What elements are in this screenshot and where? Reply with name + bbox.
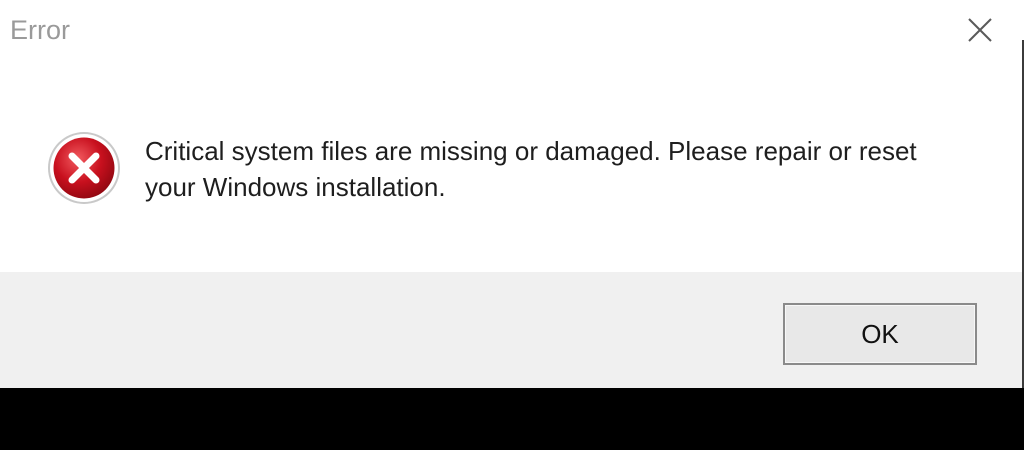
dialog-title: Error — [10, 15, 70, 45]
close-icon — [968, 18, 992, 42]
error-dialog: Error Critical system files are missing … — [0, 0, 1024, 388]
dialog-content: Critical system files are missing or dam… — [0, 62, 1024, 272]
dialog-footer: OK — [0, 272, 1024, 388]
error-icon — [48, 132, 120, 204]
error-message: Critical system files are missing or dam… — [145, 136, 917, 202]
title-bar[interactable]: Error — [0, 0, 1024, 62]
ok-button[interactable]: OK — [783, 303, 977, 365]
close-button[interactable] — [956, 8, 1004, 52]
